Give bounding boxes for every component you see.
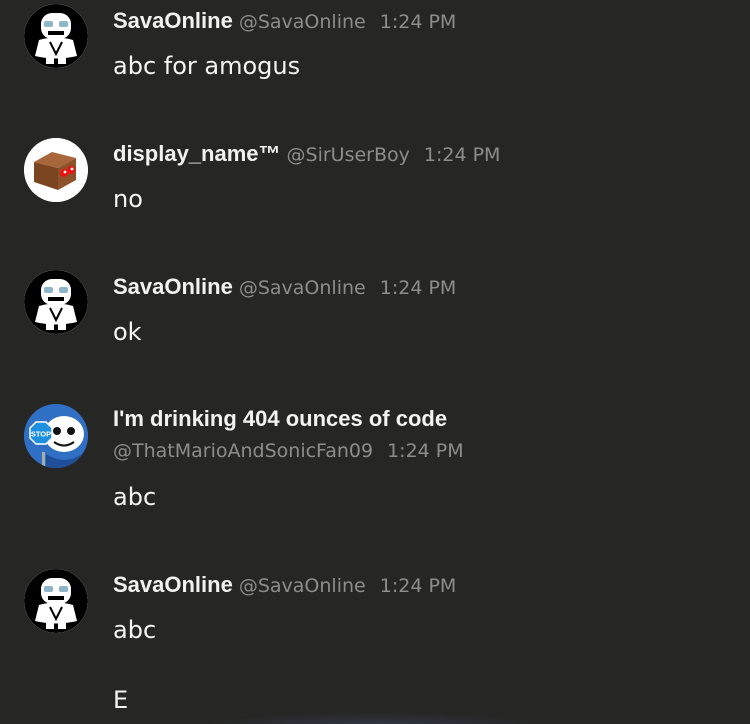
author-handle[interactable]: @SavaOnline: [239, 575, 366, 597]
author-name[interactable]: SavaOnline: [113, 274, 233, 299]
author-name[interactable]: display_name™: [113, 141, 281, 166]
message-timestamp: 1:24 PM: [379, 277, 457, 299]
avatar[interactable]: [24, 270, 88, 334]
bottom-glow: [200, 712, 550, 724]
brown-box-avatar-icon: [24, 138, 88, 202]
author-name[interactable]: SavaOnline: [113, 8, 233, 33]
message-timestamp: 1:24 PM: [379, 11, 457, 33]
message-text: ok: [113, 318, 142, 346]
avatar[interactable]: [24, 4, 88, 68]
message-text: abc: [113, 616, 157, 644]
avatar[interactable]: [24, 569, 88, 633]
sans-stop-sign-avatar-icon: STOP: [24, 404, 88, 468]
author-handle[interactable]: @SirUserBoy: [287, 144, 410, 166]
message-text: no: [113, 185, 143, 213]
message-timestamp: 1:24 PM: [387, 440, 464, 462]
message-text: E: [113, 686, 129, 714]
author-handle[interactable]: @SavaOnline: [239, 277, 366, 299]
avatar[interactable]: [24, 138, 88, 202]
sans-skeleton-avatar-icon: [24, 4, 88, 68]
author-name[interactable]: I'm drinking 404 ounces of code: [113, 406, 447, 431]
sans-skeleton-avatar-icon: [24, 270, 88, 334]
message-text: abc for amogus: [113, 52, 301, 80]
author-name[interactable]: SavaOnline: [113, 572, 233, 597]
sans-skeleton-avatar-icon: [24, 569, 88, 633]
avatar[interactable]: STOP: [24, 404, 88, 468]
message-timestamp: 1:24 PM: [379, 575, 457, 597]
message-timestamp: 1:24 PM: [423, 144, 501, 166]
message-feed: SavaOnline @SavaOnline 1:24 PM abc for amo…: [0, 0, 750, 724]
author-handle[interactable]: @ThatMarioAndSonicFan09: [113, 440, 373, 462]
author-handle[interactable]: @SavaOnline: [239, 11, 366, 33]
svg-text:STOP: STOP: [31, 430, 51, 439]
message-text: abc: [113, 483, 157, 511]
